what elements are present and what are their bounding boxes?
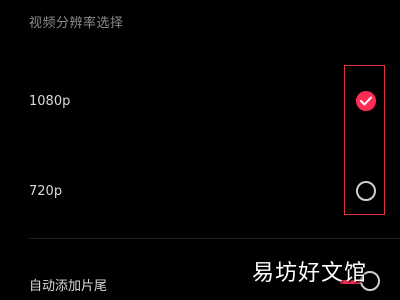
divider bbox=[29, 238, 400, 239]
resolution-option-1080p[interactable]: 1080p bbox=[0, 82, 400, 122]
watermark: 易坊好文馆 bbox=[252, 261, 368, 286]
selection-highlight-box bbox=[344, 65, 385, 215]
auto-ending-label: 自动添加片尾 bbox=[29, 279, 108, 294]
settings-screen: 视频分辨率选择 1080p 720p 自动添加片尾 易坊好文馆 bbox=[0, 0, 400, 300]
resolution-option-720p[interactable]: 720p bbox=[0, 172, 400, 212]
option-label: 1080p bbox=[29, 94, 71, 109]
section-title: 视频分辨率选择 bbox=[29, 16, 124, 31]
option-label: 720p bbox=[29, 184, 63, 199]
